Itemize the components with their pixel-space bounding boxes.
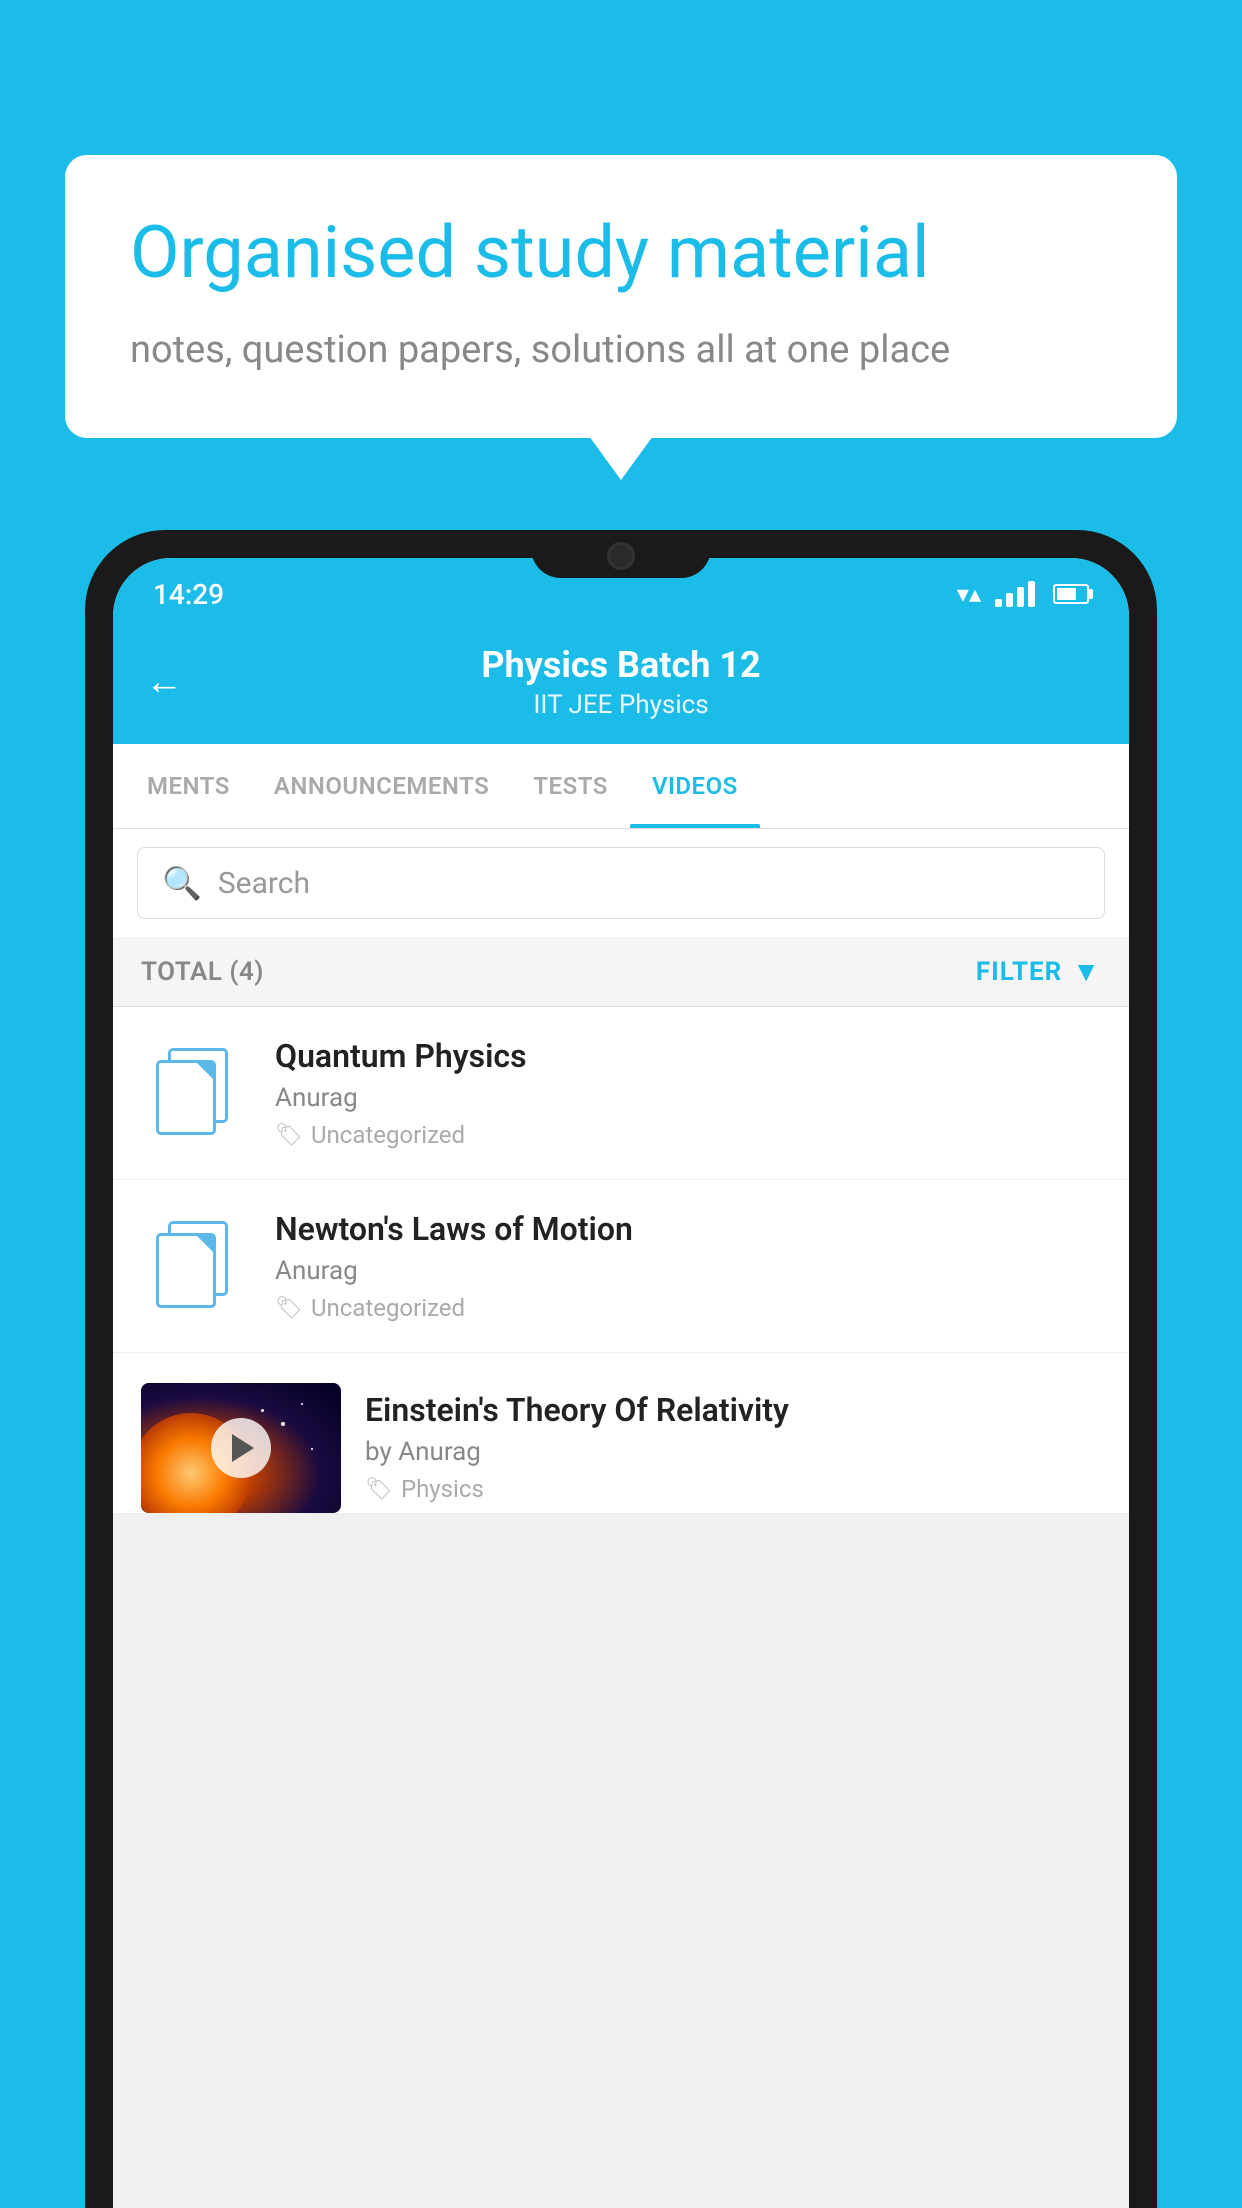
- video-title-2: Newton's Laws of Motion: [275, 1210, 1101, 1248]
- video-info-2: Newton's Laws of Motion Anurag 🏷 Uncateg…: [275, 1210, 1101, 1322]
- header-title: Physics Batch 12: [207, 644, 1035, 686]
- video-author-2: Anurag: [275, 1256, 1101, 1286]
- video-thumb-1: [141, 1038, 251, 1148]
- play-button[interactable]: [211, 1418, 271, 1478]
- tag-icon-3: 🏷: [365, 1477, 393, 1502]
- search-container: 🔍 Search: [113, 829, 1129, 937]
- search-bar[interactable]: 🔍 Search: [137, 847, 1105, 919]
- file-icon-front-2: [156, 1233, 216, 1308]
- tabs-bar: MENTS ANNOUNCEMENTS TESTS VIDEOS: [113, 744, 1129, 829]
- video-thumbnail-3: [141, 1383, 341, 1513]
- video-item-2[interactable]: Newton's Laws of Motion Anurag 🏷 Uncateg…: [113, 1180, 1129, 1353]
- tab-ments[interactable]: MENTS: [125, 744, 252, 828]
- file-icon-2: [156, 1221, 236, 1311]
- phone-mockup: 14:29 ▾▴: [85, 530, 1157, 2208]
- video-item-3[interactable]: Einstein's Theory Of Relativity by Anura…: [113, 1353, 1129, 1514]
- video-title-3: Einstein's Theory Of Relativity: [365, 1391, 1101, 1429]
- video-tag-3: 🏷 Physics: [365, 1475, 1101, 1503]
- tab-announcements[interactable]: ANNOUNCEMENTS: [252, 744, 511, 828]
- file-icon-front-1: [156, 1060, 216, 1135]
- file-icon-1: [156, 1048, 236, 1138]
- video-tag-2: 🏷 Uncategorized: [275, 1294, 1101, 1322]
- video-info-1: Quantum Physics Anurag 🏷 Uncategorized: [275, 1037, 1101, 1149]
- play-triangle-icon: [232, 1434, 254, 1462]
- speech-bubble: Organised study material notes, question…: [65, 155, 1177, 438]
- tag-icon-2: 🏷: [275, 1296, 303, 1321]
- search-icon: 🔍: [162, 864, 202, 902]
- signal-icon: [995, 581, 1035, 607]
- wifi-icon: ▾▴: [957, 580, 981, 608]
- video-author-1: Anurag: [275, 1083, 1101, 1113]
- tab-videos[interactable]: VIDEOS: [630, 744, 760, 828]
- tag-icon-1: 🏷: [275, 1123, 303, 1148]
- bubble-title: Organised study material: [130, 210, 1112, 296]
- video-thumb-2: [141, 1211, 251, 1321]
- back-button[interactable]: ←: [145, 660, 183, 704]
- search-input[interactable]: Search: [218, 866, 310, 901]
- phone-camera: [607, 542, 635, 570]
- phone-outer: 14:29 ▾▴: [85, 530, 1157, 2208]
- video-item-1[interactable]: Quantum Physics Anurag 🏷 Uncategorized: [113, 1007, 1129, 1180]
- video-list: Quantum Physics Anurag 🏷 Uncategorized: [113, 1007, 1129, 1514]
- phone-notch: [531, 530, 711, 578]
- video-author-3: by Anurag: [365, 1437, 1101, 1467]
- filter-button[interactable]: FILTER ▼: [976, 955, 1101, 988]
- header-title-section: Physics Batch 12 IIT JEE Physics: [207, 644, 1035, 720]
- video-info-3: Einstein's Theory Of Relativity by Anura…: [365, 1383, 1101, 1503]
- speech-bubble-container: Organised study material notes, question…: [65, 155, 1177, 438]
- total-count: TOTAL (4): [141, 957, 264, 987]
- tab-tests[interactable]: TESTS: [511, 744, 630, 828]
- filter-bar: TOTAL (4) FILTER ▼: [113, 937, 1129, 1007]
- video-title-1: Quantum Physics: [275, 1037, 1101, 1075]
- bubble-subtitle: notes, question papers, solutions all at…: [130, 324, 1112, 377]
- header-subtitle: IIT JEE Physics: [207, 690, 1035, 720]
- battery-icon: [1053, 584, 1089, 604]
- phone-screen: 14:29 ▾▴: [113, 558, 1129, 2208]
- status-icons: ▾▴: [957, 580, 1089, 608]
- video-tag-1: 🏷 Uncategorized: [275, 1121, 1101, 1149]
- app-header: ← Physics Batch 12 IIT JEE Physics: [113, 620, 1129, 744]
- status-time: 14:29: [153, 578, 224, 611]
- filter-funnel-icon: ▼: [1072, 955, 1101, 988]
